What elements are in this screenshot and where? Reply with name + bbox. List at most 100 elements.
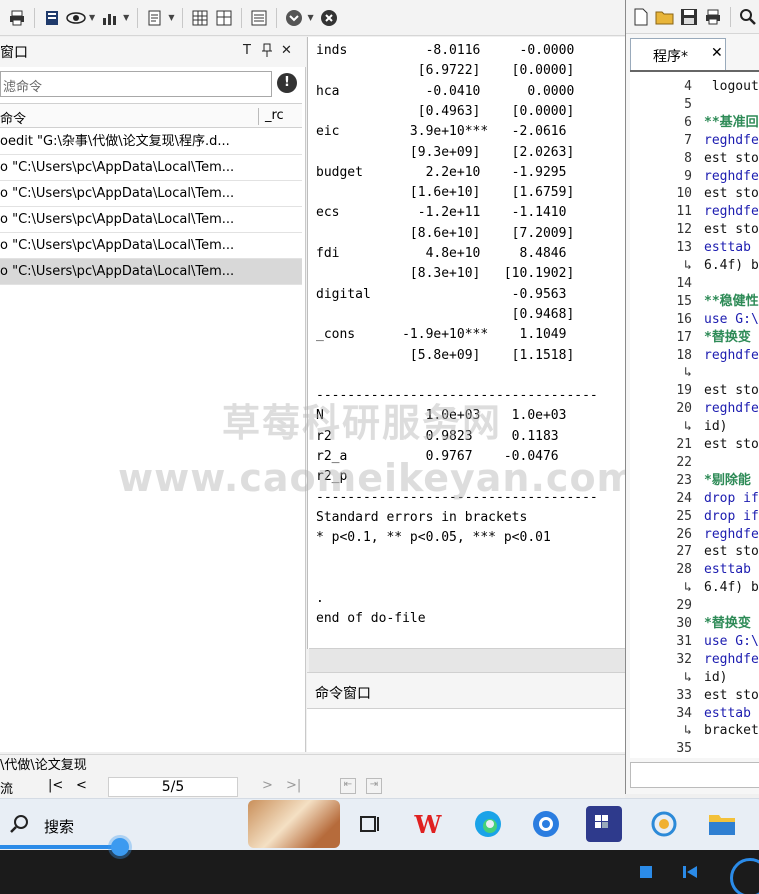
stop-icon[interactable] <box>640 866 652 878</box>
variables-manager-icon[interactable] <box>248 7 270 29</box>
table-row-selected[interactable]: o "C:\Users\pc\AppData\Local\Tem... <box>0 259 302 285</box>
close-icon[interactable]: ✕ <box>711 45 723 61</box>
code-line: use G:\ <box>704 633 759 649</box>
collapse-icon[interactable]: ⇤ <box>340 778 356 794</box>
playback-progress-handle[interactable] <box>111 838 129 856</box>
code-line: est sto <box>704 222 759 238</box>
code-line: esttab <box>704 562 751 578</box>
task-view-icon[interactable] <box>352 806 388 842</box>
chevron-down-icon[interactable]: ▼ <box>307 13 313 22</box>
code-line: drop if <box>704 490 759 506</box>
previous-icon[interactable] <box>682 864 698 884</box>
line-number: 6 <box>684 114 692 130</box>
line-number: 34 <box>676 705 692 721</box>
table-row[interactable]: o "C:\Users\pc\AppData\Local\Tem... <box>0 181 302 207</box>
chevron-down-icon[interactable]: ▼ <box>89 13 95 22</box>
log-icon[interactable] <box>41 7 63 29</box>
toolbar-separator <box>276 7 278 28</box>
history-pane: 窗口 T ✕ 滤命令 ! 命令 _rc oedit "G:\杂事\代做\论文复现… <box>0 37 306 752</box>
play-icon[interactable] <box>730 858 759 894</box>
first-page-icon[interactable]: |< <box>48 778 63 793</box>
toolbar-separator <box>182 7 184 28</box>
graph-icon[interactable] <box>99 7 121 29</box>
line-number: ↳ <box>684 258 692 273</box>
table-row[interactable]: o "C:\Users\pc\AppData\Local\Tem... <box>0 233 302 259</box>
line-number: 12 <box>676 222 692 238</box>
chevron-down-icon[interactable]: ▼ <box>123 13 129 22</box>
filter-pin-icon[interactable]: T <box>243 43 251 58</box>
last-page-icon[interactable]: >| <box>286 778 301 793</box>
code-line: reghdfe <box>704 526 759 542</box>
line-number: 17 <box>676 329 692 345</box>
result-line: N 1.0e+03 1.0e+03 <box>316 408 567 424</box>
expand-icon[interactable]: ⇥ <box>366 778 382 794</box>
result-line: [9.3e+09] [2.0263] <box>316 144 575 160</box>
break-icon[interactable] <box>318 7 340 29</box>
code-line: esttab <box>704 240 751 256</box>
filter-input[interactable]: 滤命令 <box>0 71 272 97</box>
result-line: ------------------------------------ <box>316 489 598 505</box>
code-line: id) <box>704 669 728 685</box>
editor-text-area[interactable]: 4 5 6 7 8 9 10 11 12 13 ↳ 14 15 16 17 18 ↳ 19 20 ↳ 21 22 23 24 2… <box>630 70 759 758</box>
next-page-icon[interactable]: > <box>262 778 273 793</box>
new-file-icon[interactable] <box>630 6 652 28</box>
result-line: budget 2.2e+10 -1.9295 <box>316 164 567 180</box>
line-number: 23 <box>676 472 692 488</box>
editor-status-bar <box>630 762 759 788</box>
filter-alert-icon[interactable]: ! <box>277 73 297 93</box>
working-directory: \代做\论文复现 <box>0 754 625 776</box>
print-icon[interactable] <box>6 7 28 29</box>
data-browser-icon[interactable] <box>213 7 235 29</box>
table-row[interactable]: oedit "G:\杂事\代做\论文复现\程序.d... <box>0 129 302 155</box>
code-line: id) <box>704 419 728 435</box>
code-line: est sto <box>704 383 759 399</box>
chevron-down-icon[interactable]: ▼ <box>168 13 174 22</box>
wps-office-icon[interactable]: W <box>410 806 446 842</box>
more-icon[interactable] <box>283 7 305 29</box>
toolbar-separator <box>241 7 243 28</box>
result-line: Standard errors in brackets <box>316 509 528 525</box>
table-row[interactable]: o "C:\Users\pc\AppData\Local\Tem... <box>0 207 302 233</box>
column-header-command[interactable]: 命令 <box>0 108 26 127</box>
line-number: 25 <box>676 508 692 524</box>
do-file-editor-icon[interactable] <box>144 7 166 29</box>
code-line: reghdfe <box>704 651 759 667</box>
app-icon[interactable] <box>646 806 682 842</box>
page-indicator[interactable]: 5/5 <box>108 777 238 797</box>
results-scrollbar[interactable] <box>309 648 625 672</box>
main-toolbar: ▼ ▼ ▼ ▼ <box>0 0 625 36</box>
editor-toolbar <box>626 0 759 34</box>
print-icon[interactable] <box>702 6 724 28</box>
dock-icon[interactable] <box>262 43 272 61</box>
code-line: 6.4f) b <box>704 258 759 273</box>
close-icon[interactable]: ✕ <box>281 43 292 58</box>
line-number: 31 <box>676 633 692 649</box>
code-line: *剔除能 <box>704 472 751 488</box>
playback-progress[interactable] <box>0 845 120 849</box>
result-line: [8.3e+10] [10.1902] <box>316 266 575 282</box>
search-icon[interactable] <box>737 6 759 28</box>
data-editor-icon[interactable] <box>189 7 211 29</box>
code-line: est sto <box>704 150 759 166</box>
column-header-rc[interactable]: _rc <box>258 108 284 125</box>
do-file-editor: 程序* ✕ 4 5 6 7 8 9 10 11 12 13 ↳ 14 15 16 17 18 ↳ 19 20 ↳ 21 2… <box>625 0 759 794</box>
result-line: ------------------------------------ <box>316 388 598 404</box>
result-line: fdi 4.8e+10 8.4846 <box>316 246 567 261</box>
table-row[interactable]: o "C:\Users\pc\AppData\Local\Tem... <box>0 155 302 181</box>
prev-page-icon[interactable]: < <box>76 778 87 793</box>
code-line: est sto <box>704 687 759 703</box>
edge-browser-icon[interactable] <box>470 806 506 842</box>
viewer-icon[interactable] <box>65 7 87 29</box>
browser-icon[interactable] <box>528 806 564 842</box>
file-explorer-icon[interactable] <box>704 806 740 842</box>
result-line: eic 3.9e+10*** -2.0616 <box>316 124 567 140</box>
result-line: inds -8.0116 -0.0000 <box>316 43 575 58</box>
line-number: 9 <box>684 168 692 184</box>
weather-widget-image[interactable] <box>248 800 340 848</box>
command-input[interactable] <box>307 708 625 752</box>
line-number: 10 <box>676 186 692 202</box>
stata-app-icon[interactable] <box>586 806 622 842</box>
open-folder-icon[interactable] <box>654 6 676 28</box>
tab-program[interactable]: 程序* ✕ <box>630 38 726 70</box>
save-icon[interactable] <box>678 6 700 28</box>
